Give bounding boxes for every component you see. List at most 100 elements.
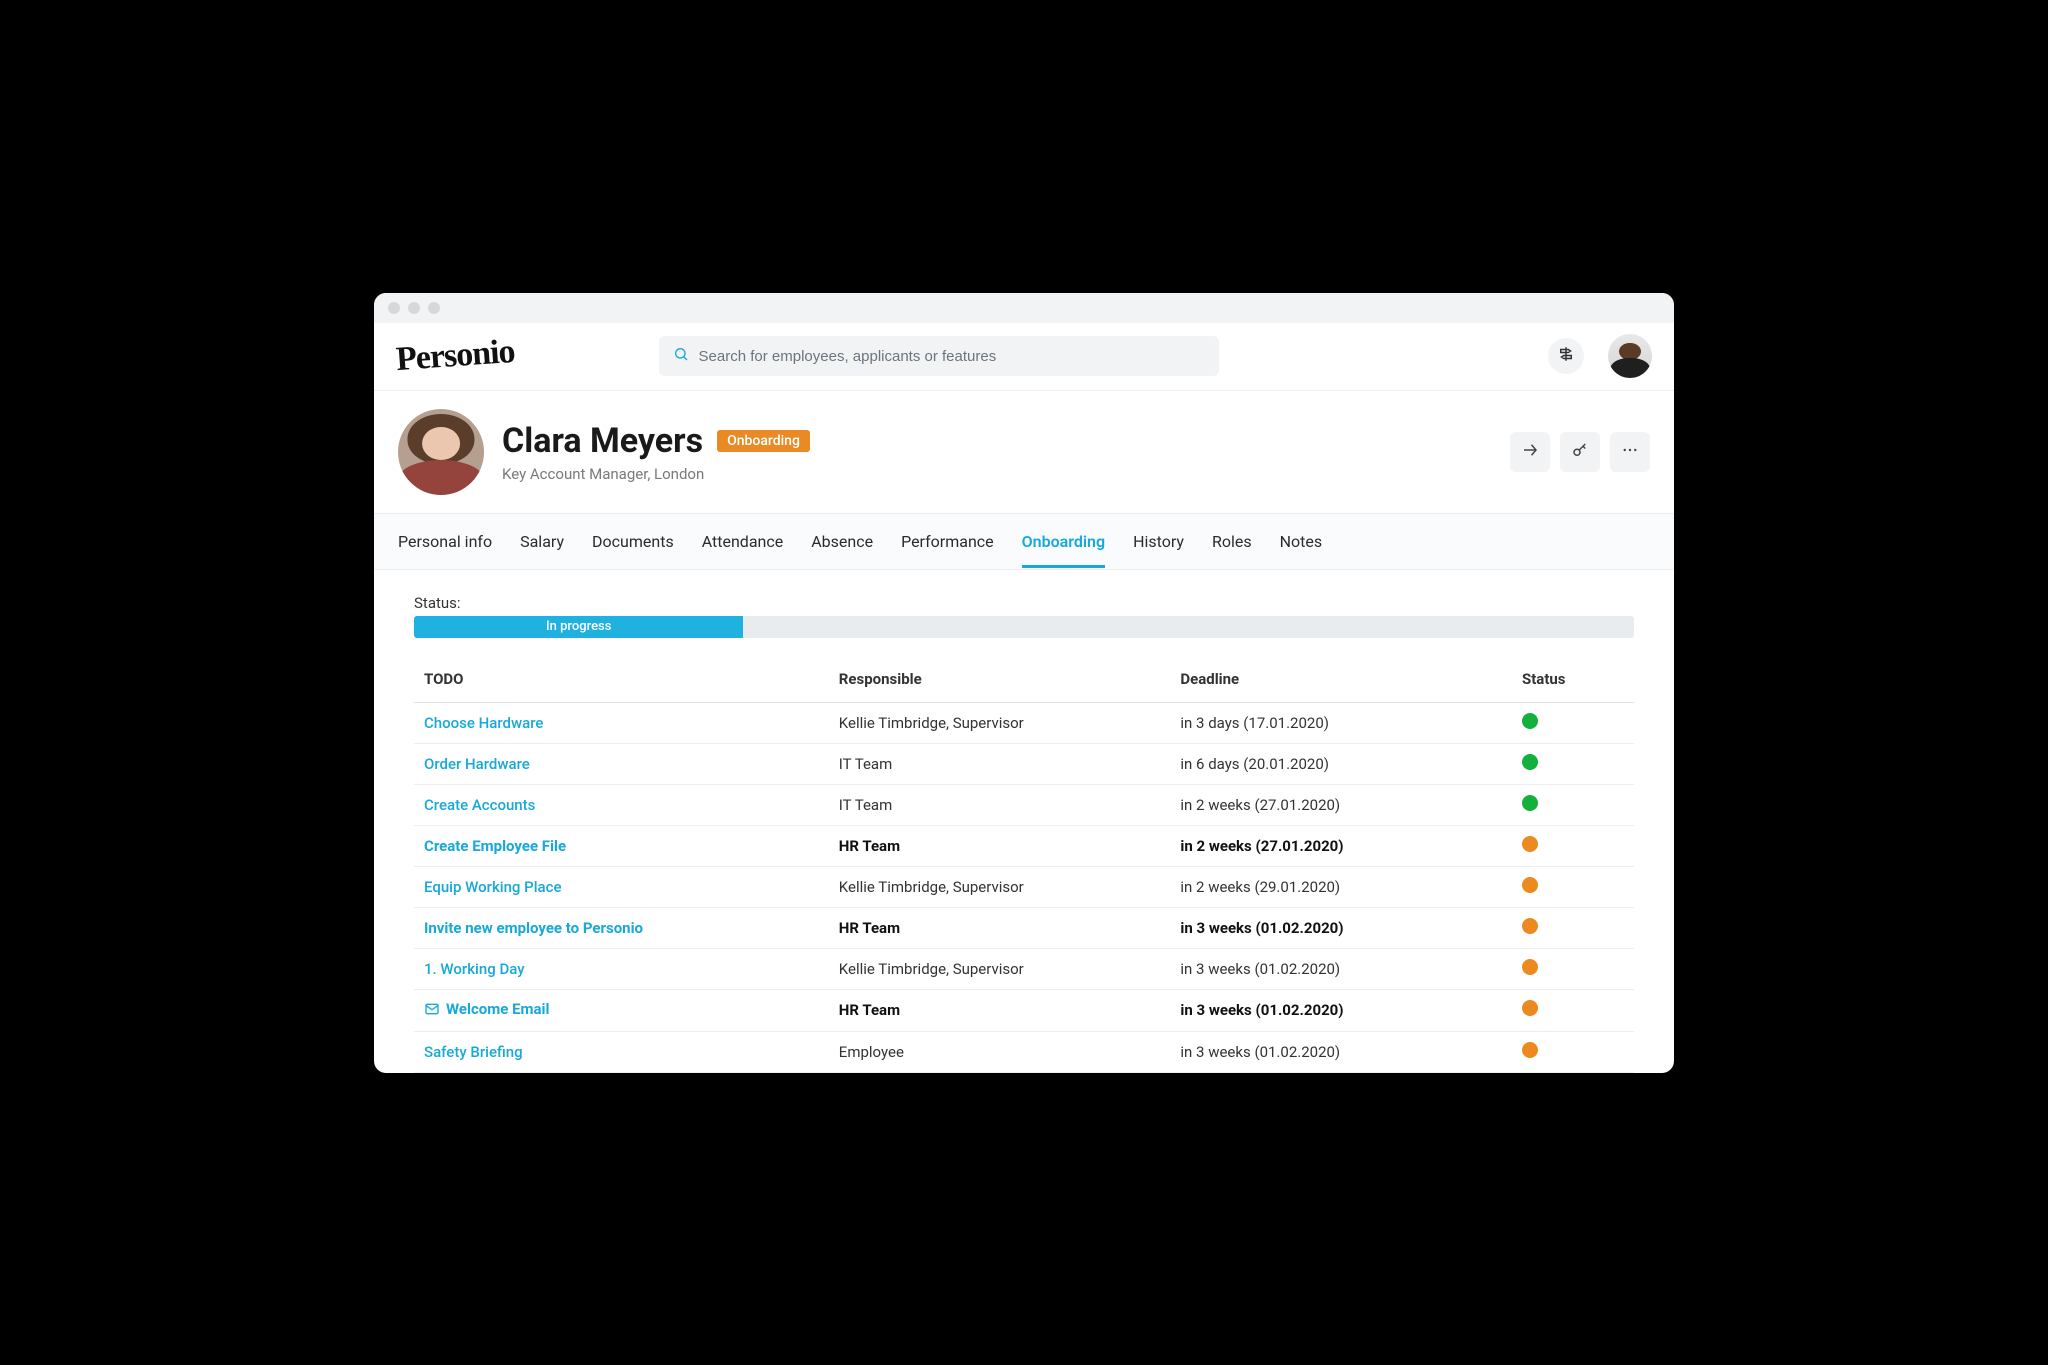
ellipsis-icon	[1621, 441, 1639, 463]
todo-text: Equip Working Place	[424, 878, 562, 896]
status-dot-icon	[1522, 836, 1538, 852]
profile-header: Clara Meyers Onboarding Key Account Mana…	[374, 391, 1674, 514]
window-dot	[408, 302, 420, 314]
employee-name-block: Clara Meyers Onboarding Key Account Mana…	[502, 421, 810, 483]
table-row: 1. Working Day Kellie Timbridge, Supervis…	[414, 948, 1634, 989]
enter-icon	[1521, 441, 1539, 463]
onboarding-content: Status: In progress TODO Responsible Dea…	[374, 570, 1674, 1073]
deadline-cell: in 3 days (17.01.2020)	[1170, 702, 1512, 743]
app-window: Personio	[374, 293, 1674, 1073]
col-header-deadline: Deadline	[1170, 660, 1512, 703]
responsible-cell: HR Team	[829, 825, 1171, 866]
status-cell	[1512, 907, 1634, 948]
tab-roles[interactable]: Roles	[1212, 516, 1252, 567]
deadline-cell: in 3 weeks (01.02.2020)	[1170, 1031, 1512, 1072]
todo-link[interactable]: Welcome Email	[424, 1000, 549, 1018]
todo-text: Create Employee File	[424, 837, 566, 855]
profile-tabs: Personal info Salary Documents Attendance Ab…	[374, 514, 1674, 570]
responsible-cell: Employee	[829, 1031, 1171, 1072]
deadline-cell: in 3 weeks (01.02.2020)	[1170, 948, 1512, 989]
status-cell	[1512, 784, 1634, 825]
more-button[interactable]	[1610, 432, 1650, 472]
search-input[interactable]	[699, 348, 1205, 365]
app-logo[interactable]: Personio	[395, 333, 516, 379]
onboarding-todo-table: TODO Responsible Deadline Status Choose …	[414, 660, 1634, 1073]
profile-actions	[1510, 432, 1650, 472]
tab-performance[interactable]: Performance	[901, 516, 994, 567]
key-button[interactable]	[1560, 432, 1600, 472]
deadline-cell: in 2 weeks (29.01.2020)	[1170, 866, 1512, 907]
status-cell	[1512, 825, 1634, 866]
tab-attendance[interactable]: Attendance	[702, 516, 784, 567]
tab-notes[interactable]: Notes	[1280, 516, 1323, 567]
status-dot-icon	[1522, 1042, 1538, 1058]
todo-link[interactable]: Order Hardware	[424, 755, 530, 773]
col-header-responsible: Responsible	[829, 660, 1171, 703]
status-progress: In progress	[414, 616, 1634, 638]
enter-button[interactable]	[1510, 432, 1550, 472]
todo-text: 1. Working Day	[424, 960, 525, 978]
todo-link[interactable]: Equip Working Place	[424, 878, 562, 896]
responsible-cell: Kellie Timbridge, Supervisor	[829, 702, 1171, 743]
status-cell	[1512, 743, 1634, 784]
search-field[interactable]	[659, 336, 1219, 376]
status-cell	[1512, 1031, 1634, 1072]
todo-text: Safety Briefing	[424, 1043, 523, 1061]
todo-link[interactable]: Create Accounts	[424, 796, 535, 814]
tab-absence[interactable]: Absence	[811, 516, 873, 567]
status-cell	[1512, 866, 1634, 907]
window-dot	[428, 302, 440, 314]
employee-status-badge: Onboarding	[717, 430, 810, 452]
tab-onboarding[interactable]: Onboarding	[1022, 516, 1105, 567]
status-progress-text: In progress	[546, 619, 611, 634]
tab-history[interactable]: History	[1133, 516, 1184, 567]
col-header-todo: TODO	[414, 660, 829, 703]
todo-text: Welcome Email	[446, 1000, 549, 1018]
status-cell	[1512, 702, 1634, 743]
status-dot-icon	[1522, 918, 1538, 934]
todo-link[interactable]: Invite new employee to Personio	[424, 919, 643, 937]
tab-documents[interactable]: Documents	[592, 516, 674, 567]
deadline-cell: in 3 weeks (01.02.2020)	[1170, 989, 1512, 1031]
table-row: Safety Briefing Employeein 3 weeks (01.02…	[414, 1031, 1634, 1072]
search-icon	[673, 346, 689, 366]
deadline-cell: in 2 weeks (27.01.2020)	[1170, 784, 1512, 825]
top-bar: Personio	[374, 323, 1674, 391]
current-user-avatar[interactable]	[1608, 334, 1652, 378]
status-label: Status:	[414, 594, 1634, 612]
signpost-button[interactable]	[1548, 338, 1584, 374]
signpost-icon	[1557, 345, 1575, 367]
responsible-cell: IT Team	[829, 743, 1171, 784]
employee-avatar[interactable]	[398, 409, 484, 495]
responsible-cell: Kellie Timbridge, Supervisor	[829, 948, 1171, 989]
table-header-row: TODO Responsible Deadline Status	[414, 660, 1634, 703]
todo-text: Choose Hardware	[424, 714, 543, 732]
status-dot-icon	[1522, 795, 1538, 811]
todo-link[interactable]: Choose Hardware	[424, 714, 543, 732]
window-dot	[388, 302, 400, 314]
tab-personal-info[interactable]: Personal info	[398, 516, 492, 567]
todo-text: Invite new employee to Personio	[424, 919, 643, 937]
todo-link[interactable]: 1. Working Day	[424, 960, 525, 978]
table-row: Welcome EmailHR Teamin 3 weeks (01.02.20…	[414, 989, 1634, 1031]
table-row: Create Accounts IT Teamin 2 weeks (27.01.…	[414, 784, 1634, 825]
responsible-cell: Kellie Timbridge, Supervisor	[829, 866, 1171, 907]
status-dot-icon	[1522, 877, 1538, 893]
table-row: Invite new employee to Personio HR Teamin…	[414, 907, 1634, 948]
todo-text: Order Hardware	[424, 755, 530, 773]
responsible-cell: IT Team	[829, 784, 1171, 825]
todo-link[interactable]: Safety Briefing	[424, 1043, 523, 1061]
employee-role-location: Key Account Manager, London	[502, 465, 810, 483]
search-wrap	[659, 336, 1219, 376]
window-titlebar	[374, 293, 1674, 323]
status-cell	[1512, 989, 1634, 1031]
tab-salary[interactable]: Salary	[520, 516, 564, 567]
status-dot-icon	[1522, 713, 1538, 729]
table-row: Equip Working Place Kellie Timbridge, Sup…	[414, 866, 1634, 907]
todo-link[interactable]: Create Employee File	[424, 837, 566, 855]
responsible-cell: HR Team	[829, 907, 1171, 948]
employee-name: Clara Meyers	[502, 421, 703, 461]
deadline-cell: in 3 weeks (01.02.2020)	[1170, 907, 1512, 948]
status-dot-icon	[1522, 754, 1538, 770]
table-row: Order HardwareIT Teamin 6 days (20.01.20…	[414, 743, 1634, 784]
